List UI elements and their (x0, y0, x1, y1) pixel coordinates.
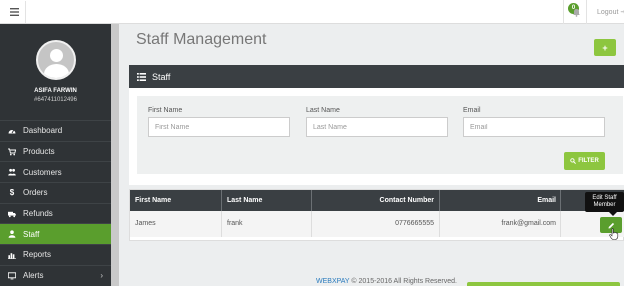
search-icon (570, 158, 577, 164)
sidebar-item-label: Refunds (23, 209, 53, 219)
sidebar-item-reports[interactable]: Reports (0, 244, 111, 265)
sidebar-item-dashboard[interactable]: Dashboard (0, 120, 111, 141)
sidebar-item-orders[interactable]: $ Orders (0, 182, 111, 203)
sidebar-item-staff[interactable]: Staff (0, 223, 111, 245)
last-name-input[interactable] (306, 117, 448, 137)
truck-icon (7, 209, 17, 219)
page-title: Staff Management (136, 31, 267, 48)
edit-tooltip: Edit Staff Member (585, 192, 624, 216)
hand-cursor-icon (609, 228, 619, 240)
sidebar-item-products[interactable]: Products (0, 140, 111, 162)
table-row: James frank 0776665555 frank@gmail.com (130, 211, 624, 237)
menu-toggle-button[interactable] (4, 1, 26, 23)
sidebar-item-alerts[interactable]: Alerts › (0, 264, 111, 286)
edit-tooltip-line-2: Member (593, 202, 616, 208)
bell-icon (573, 8, 580, 17)
avatar (36, 40, 76, 80)
filter-button-label: FILTER (578, 158, 599, 164)
column-header-first-name[interactable]: First Name (130, 190, 222, 211)
user-id: #647411012496 (34, 97, 77, 103)
sidebar-item-label: Orders (23, 188, 48, 198)
user-name: ASIFA FARWIN (34, 88, 77, 94)
first-name-label: First Name (148, 107, 183, 114)
sidebar-item-label: Dashboard (23, 126, 63, 136)
monitor-icon (7, 271, 17, 281)
bottom-notification-bar (467, 282, 620, 286)
logout-label: Logout (597, 9, 619, 16)
footer: WEBXPAY © 2015-2016 All Rights Reserved. (316, 278, 457, 285)
sidebar-item-label: Products (23, 147, 55, 157)
sidebar-item-label: Customers (23, 167, 62, 177)
dashboard-icon (7, 126, 17, 136)
edit-tooltip-line-1: Edit Staff (592, 195, 617, 201)
sidebar-scrollbar[interactable] (111, 24, 119, 286)
dollar-icon: $ (9, 188, 15, 198)
sidebar: ASIFA FARWIN #647411012496 Dashboard Pro… (0, 24, 111, 286)
chevron-right-icon: › (100, 270, 103, 280)
sidebar-nav: Dashboard Products Customers $ Orders Re… (0, 120, 111, 286)
first-name-input[interactable] (148, 117, 290, 137)
panel-header: Staff (129, 65, 624, 88)
user-icon (7, 229, 17, 239)
bar-chart-icon (7, 250, 17, 260)
footer-brand-link[interactable]: WEBXPAY (316, 278, 349, 285)
last-name-label: Last Name (306, 107, 340, 114)
sidebar-item-label: Alerts (23, 271, 44, 281)
sidebar-item-label: Reports (23, 250, 52, 260)
filter-button[interactable]: FILTER (564, 152, 605, 170)
add-staff-button[interactable]: + (594, 39, 616, 56)
cell-last-name: frank (222, 211, 312, 237)
list-icon (137, 72, 146, 81)
logout-link[interactable]: Logout ⇥ (597, 8, 624, 16)
users-icon (7, 167, 17, 177)
column-header-contact[interactable]: Contact Number (312, 190, 440, 211)
email-input[interactable] (463, 117, 605, 137)
cart-icon (7, 147, 17, 157)
footer-copyright: © 2015-2016 All Rights Reserved. (349, 278, 457, 285)
sidebar-item-label: Staff (23, 229, 40, 239)
cell-first-name: James (130, 211, 222, 237)
panel-title: Staff (152, 71, 171, 82)
notifications-button[interactable]: 0 (563, 0, 587, 24)
column-header-last-name[interactable]: Last Name (222, 190, 312, 211)
sidebar-item-refunds[interactable]: Refunds (0, 202, 111, 224)
sidebar-item-customers[interactable]: Customers (0, 161, 111, 182)
hamburger-icon (10, 8, 19, 16)
table-header: First Name Last Name Contact Number Emai… (130, 190, 624, 211)
column-header-email[interactable]: Email (440, 190, 561, 211)
top-bar: 0 Logout ⇥ (0, 0, 624, 24)
cell-email: frank@gmail.com (440, 211, 561, 237)
cell-contact: 0776665555 (312, 211, 440, 237)
email-label: Email (463, 107, 481, 114)
sign-out-icon: ⇥ (620, 9, 624, 16)
